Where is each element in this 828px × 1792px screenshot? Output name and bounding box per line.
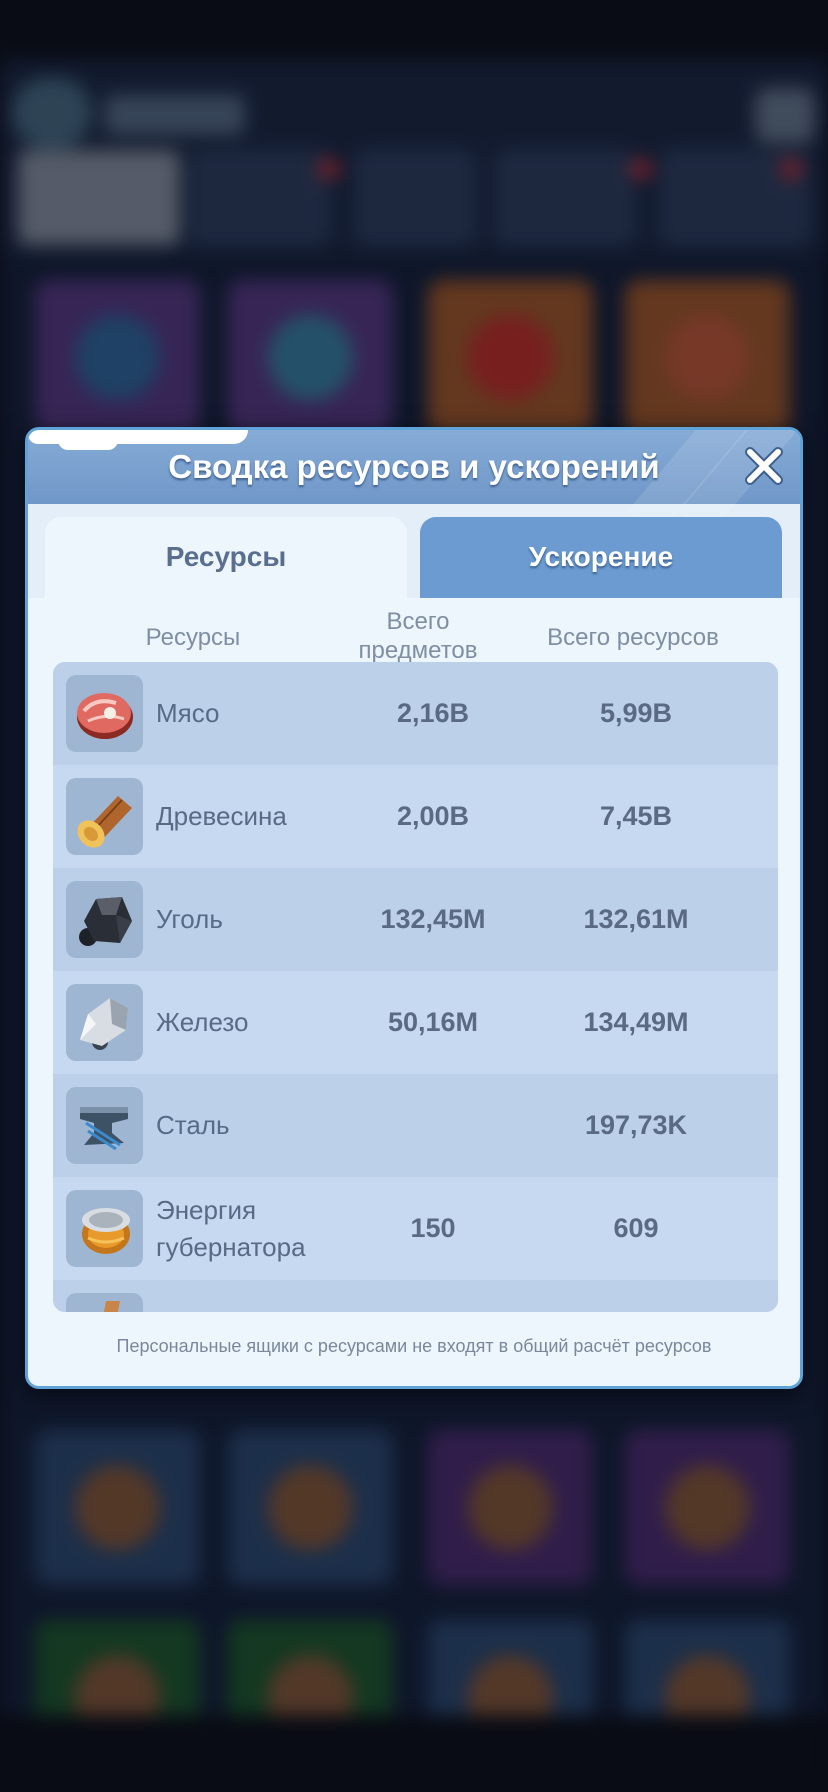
resource-name: Мясо	[156, 698, 220, 728]
list-item: Железо 50,16M 134,49M	[53, 971, 778, 1074]
meat-icon	[77, 693, 133, 739]
resource-items-count: 150	[410, 1213, 456, 1243]
resource-total: 609	[613, 1213, 659, 1243]
resource-name: Сталь	[156, 1110, 230, 1140]
list-item: Сталь 197,73K	[53, 1074, 778, 1177]
close-icon	[745, 447, 783, 485]
dialog-header: Сводка ресурсов и ускорений	[28, 430, 800, 537]
resource-total: 5,99B	[599, 698, 673, 728]
column-header-name: Ресурсы	[145, 624, 241, 651]
list-item: Мясо 2,16B 5,99B	[53, 662, 778, 765]
partial-item-icon	[66, 1293, 143, 1312]
list-item: Энергия губернатора 150 609	[53, 1177, 778, 1280]
resource-name: Железо	[156, 1007, 249, 1037]
resource-name: Уголь	[156, 904, 223, 934]
resource-items-count: 2,16B	[396, 698, 470, 728]
resource-total: 134,49M	[583, 1007, 689, 1037]
steel-anvil-icon	[80, 1107, 128, 1151]
resource-total: 132,61M	[583, 904, 689, 934]
close-button[interactable]	[738, 440, 790, 492]
list-item: Древесина 2,00B 7,45B	[53, 765, 778, 868]
tab-speedup[interactable]: Ускорение	[420, 517, 782, 603]
coal-icon	[79, 897, 132, 946]
energy-can-icon	[82, 1208, 130, 1254]
dialog-title: Сводка ресурсов и ускорений	[168, 448, 660, 485]
resources-panel: Ресурсы Всего предметов Всего ресурсов М…	[28, 598, 800, 1386]
list-item	[53, 1280, 778, 1312]
resource-summary-dialog: Сводка ресурсов и ускорений Ресурсы Уско…	[25, 427, 803, 1389]
wood-log-icon	[77, 796, 132, 848]
resource-list[interactable]: Мясо 2,16B 5,99B Древесина 2,00B 7,45B У…	[53, 662, 778, 1312]
column-header-items: Всего предметов	[358, 608, 478, 664]
resource-items-count: 132,45M	[380, 904, 486, 934]
column-header-total: Всего ресурсов	[547, 624, 719, 651]
resource-name: Древесина	[156, 801, 287, 831]
resource-name: Энергия губернатора	[156, 1194, 306, 1262]
iron-ore-icon	[80, 998, 128, 1050]
resource-total: 7,45B	[599, 801, 673, 831]
resource-total: 197,73K	[584, 1110, 688, 1140]
resource-items-count: 50,16M	[387, 1007, 479, 1037]
resource-items-count: 2,00B	[396, 801, 470, 831]
tab-resources[interactable]: Ресурсы	[45, 517, 407, 603]
footnote: Персональные ящики с ресурсами не входят…	[116, 1336, 712, 1356]
list-item: Уголь 132,45M 132,61M	[53, 868, 778, 971]
